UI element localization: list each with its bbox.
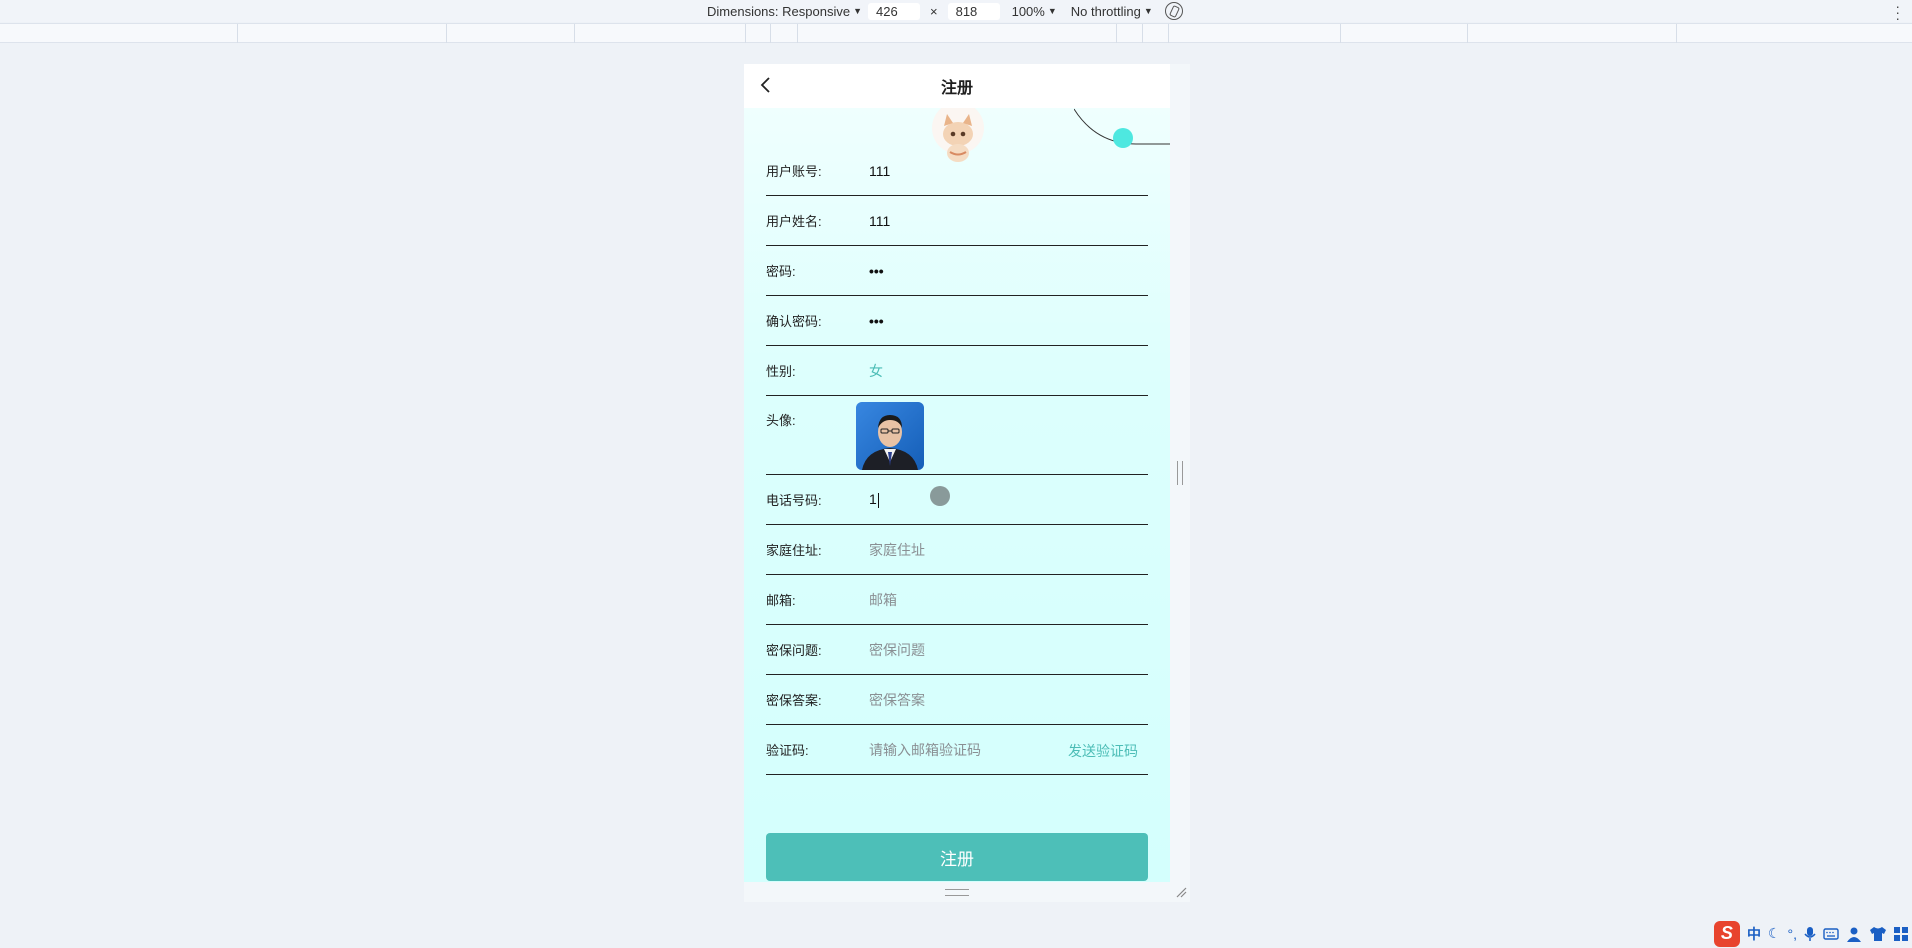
back-arrow-icon[interactable] <box>758 77 774 93</box>
dimensions-dropdown[interactable]: Dimensions: Responsive ▼ <box>707 4 862 19</box>
phone-value: 1 <box>869 491 877 508</box>
grid-icon[interactable] <box>1894 926 1908 941</box>
microphone-icon[interactable] <box>1804 926 1816 942</box>
avatar-row: 头像: <box>766 396 1148 475</box>
field-label: 用户账号: <box>766 164 822 179</box>
account-row: 用户账号: 111 <box>766 146 1148 196</box>
register-form: 用户账号: 111 用户姓名: 111 密码: ••• 确认密码: ••• 性别… <box>766 146 1148 775</box>
user-icon[interactable] <box>1846 926 1862 942</box>
text-cursor <box>877 492 879 508</box>
resize-corner-icon[interactable] <box>1175 886 1187 898</box>
field-label: 用户姓名: <box>766 214 822 229</box>
field-label: 电话号码: <box>766 493 822 508</box>
page-title: 注册 <box>940 80 973 97</box>
phone-row: 电话号码: 1 <box>766 475 1148 525</box>
avatar-image[interactable] <box>856 402 924 470</box>
ime-logo-icon[interactable]: S <box>1713 920 1740 947</box>
devtools-toolbar: Dimensions: Responsive ▼ 426 × 818 100% … <box>0 0 1912 25</box>
security-question-row: 密保问题: 密保问题 <box>766 625 1148 675</box>
email-input[interactable]: 邮箱 <box>869 590 897 610</box>
zoom-dropdown[interactable]: 100% ▼ <box>1012 4 1057 19</box>
verification-code-row: 验证码: 请输入邮箱验证码 发送验证码 <box>766 725 1148 775</box>
width-input[interactable]: 426 <box>868 2 920 20</box>
resize-handle-bottom[interactable] <box>945 889 969 896</box>
register-button[interactable]: 注册 <box>766 833 1148 881</box>
shirt-icon[interactable] <box>1869 926 1887 942</box>
field-label: 密保答案: <box>766 693 822 708</box>
security-question-input[interactable]: 密保问题 <box>869 640 925 660</box>
name-input[interactable]: 111 <box>869 213 890 229</box>
register-page: 注册 用户账号: 111 用户姓名: 111 密码: ••• 确认密码: •••… <box>744 64 1170 882</box>
punctuation-toggle[interactable]: °, <box>1788 926 1798 942</box>
field-label: 验证码: <box>766 743 809 758</box>
times-sign: × <box>930 3 938 19</box>
field-label: 确认密码: <box>766 314 822 329</box>
dimensions-label: Dimensions: Responsive <box>707 3 851 19</box>
name-row: 用户姓名: 111 <box>766 196 1148 246</box>
field-label: 家庭住址: <box>766 543 822 558</box>
ime-mode-toggle[interactable]: 中 <box>1747 924 1761 944</box>
touch-pointer <box>930 486 950 506</box>
throttling-dropdown[interactable]: No throttling ▼ <box>1071 4 1153 19</box>
verification-code-input[interactable]: 请输入邮箱验证码 <box>869 740 981 760</box>
system-tray: S 中 ☾ °, <box>1713 919 1912 948</box>
security-answer-input[interactable]: 密保答案 <box>869 690 925 710</box>
navbar: 注册 <box>744 64 1170 108</box>
email-row: 邮箱: 邮箱 <box>766 575 1148 625</box>
zoom-label: 100% <box>1011 3 1045 19</box>
account-input[interactable]: 111 <box>869 163 890 179</box>
field-label: 头像: <box>766 413 796 428</box>
resize-handle-right[interactable] <box>1177 461 1183 485</box>
height-input[interactable]: 818 <box>947 2 1000 20</box>
keyboard-icon[interactable] <box>1823 927 1839 941</box>
throttling-label: No throttling <box>1070 3 1141 19</box>
device-frame: 注册 用户账号: 111 用户姓名: 111 密码: ••• 确认密码: •••… <box>744 64 1190 902</box>
rotate-icon[interactable] <box>1164 2 1183 20</box>
field-label: 邮箱: <box>766 593 796 608</box>
moon-icon[interactable]: ☾ <box>1768 925 1781 942</box>
password-row: 密码: ••• <box>766 246 1148 296</box>
password-input[interactable]: ••• <box>869 263 884 279</box>
confirm-password-row: 确认密码: ••• <box>766 296 1148 346</box>
caret-down-icon: ▼ <box>1143 6 1153 16</box>
field-label: 密码: <box>766 264 796 279</box>
media-query-ruler <box>0 23 1912 43</box>
phone-input[interactable]: 1 <box>869 491 879 508</box>
address-input[interactable]: 家庭住址 <box>869 540 925 560</box>
field-label: 密保问题: <box>766 643 822 658</box>
security-answer-row: 密保答案: 密保答案 <box>766 675 1148 725</box>
field-label: 性别: <box>766 364 796 379</box>
send-code-button[interactable]: 发送验证码 <box>1068 741 1138 761</box>
address-row: 家庭住址: 家庭住址 <box>766 525 1148 575</box>
gender-picker[interactable]: 女 <box>869 361 883 381</box>
confirm-password-input[interactable]: ••• <box>869 313 884 329</box>
more-options-icon[interactable]: · · · <box>1895 0 1900 25</box>
caret-down-icon: ▼ <box>1047 6 1057 16</box>
gender-row: 性别: 女 <box>766 346 1148 396</box>
caret-down-icon: ▼ <box>853 6 862 16</box>
